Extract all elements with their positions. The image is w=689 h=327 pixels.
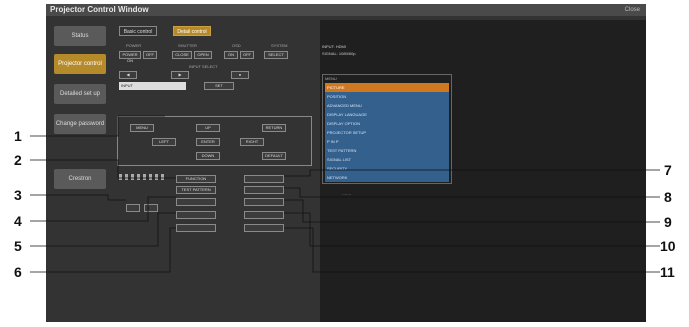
- panel-status-text: ·······: [342, 192, 352, 197]
- control-list-item[interactable]: SECURITY: [325, 164, 449, 173]
- bottom-left-indicators: [119, 174, 165, 180]
- control-list-item[interactable]: DISPLAY OPTION: [325, 119, 449, 128]
- control-list: MENU PICTURE POSITION ADVANCED MENU DISPLAY…: [322, 74, 452, 184]
- menu-detailed-setup[interactable]: Detailed set up: [54, 84, 106, 104]
- menu-change-password[interactable]: Change password: [54, 114, 106, 134]
- shutter-label: SHUTTER: [178, 43, 197, 48]
- input-set-button[interactable]: SET: [204, 82, 234, 90]
- window-titlebar: Projector Control Window Close: [46, 4, 646, 16]
- power-label: POWER: [126, 43, 142, 48]
- control-list-item[interactable]: P IN P: [325, 137, 449, 146]
- close-link[interactable]: Close: [625, 4, 640, 16]
- bottom-right-button-2[interactable]: [244, 186, 284, 194]
- control-list-item[interactable]: DISPLAY LANGUAGE: [325, 110, 449, 119]
- callout-5: 5: [14, 238, 22, 254]
- bottom-right-button-5[interactable]: [244, 224, 284, 232]
- tab-detail-control[interactable]: Detail control: [173, 26, 211, 36]
- bottom-left-button-4[interactable]: [176, 211, 216, 219]
- control-list-item[interactable]: POSITION: [325, 92, 449, 101]
- control-list-header: MENU: [325, 76, 337, 81]
- test-pattern-button[interactable]: TEST PATTERN: [176, 186, 216, 194]
- osd-off-button[interactable]: OFF: [240, 51, 254, 59]
- nav-right-button[interactable]: RIGHT: [240, 138, 264, 146]
- nav-left-button[interactable]: LEFT: [152, 138, 176, 146]
- input-prev-button[interactable]: ◀: [119, 71, 137, 79]
- control-list-item[interactable]: TEST PATTERN: [325, 146, 449, 155]
- callout-9: 9: [664, 214, 672, 230]
- callout-11: 11: [660, 264, 675, 280]
- power-off-button[interactable]: OFF: [143, 51, 157, 59]
- control-list-item[interactable]: PICTURE: [325, 83, 449, 92]
- input-next-button[interactable]: ▶: [171, 71, 189, 79]
- osd-label: OSD: [232, 43, 241, 48]
- nav-enter-button[interactable]: ENTER: [196, 138, 220, 146]
- input-select-label: INPUT SELECT: [189, 64, 218, 69]
- bottom-left-button-3[interactable]: [176, 198, 216, 206]
- control-list-item[interactable]: ADVANCED MENU: [325, 101, 449, 110]
- bottom-right-button-1[interactable]: [244, 175, 284, 183]
- callout-2: 2: [14, 152, 22, 168]
- system-label: SYSTEM: [271, 43, 288, 48]
- nav-up-button[interactable]: UP: [196, 124, 220, 132]
- callout-3: 3: [14, 187, 22, 203]
- control-list-item[interactable]: PROJECTOR SETUP: [325, 128, 449, 137]
- function-button[interactable]: FUNCTION: [176, 175, 216, 183]
- input-other-button[interactable]: ●: [231, 71, 249, 79]
- menu-crestron[interactable]: Crestron: [54, 169, 106, 189]
- window-title: Projector Control Window: [50, 5, 149, 14]
- bottom-right-button-3[interactable]: [244, 198, 284, 206]
- callout-1: 1: [14, 128, 22, 144]
- bottom-small-right-button[interactable]: [144, 204, 158, 212]
- projector-control-window: Projector Control Window Close Status Pr…: [46, 4, 646, 322]
- callout-4: 4: [14, 213, 22, 229]
- nav-menu-button[interactable]: MENU: [130, 124, 154, 132]
- nav-down-button[interactable]: DOWN: [196, 152, 220, 160]
- callout-8: 8: [664, 189, 672, 205]
- nav-default-button[interactable]: DEFAULT: [262, 152, 286, 160]
- menu-projector-control[interactable]: Projector control: [54, 54, 106, 74]
- tab-basic-control[interactable]: Basic control: [119, 26, 157, 36]
- bottom-small-left-button[interactable]: [126, 204, 140, 212]
- menu-status[interactable]: Status: [54, 26, 106, 46]
- panel-line-2: SIGNAL: 1080/60p: [322, 51, 356, 56]
- control-list-item[interactable]: NETWORK: [325, 173, 449, 182]
- shutter-close-button[interactable]: CLOSE: [172, 51, 192, 59]
- system-select-button[interactable]: SELECT: [264, 51, 288, 59]
- callout-7: 7: [664, 162, 672, 178]
- control-list-item[interactable]: SIGNAL LIST: [325, 155, 449, 164]
- bottom-left-button-5[interactable]: [176, 224, 216, 232]
- osd-on-button[interactable]: ON: [224, 51, 238, 59]
- nav-return-button[interactable]: RETURN: [262, 124, 286, 132]
- input-select-dropdown[interactable]: INPUT: [119, 82, 186, 90]
- panel-line-1: INPUT: HDMI: [322, 44, 346, 49]
- bottom-right-button-4[interactable]: [244, 211, 284, 219]
- power-on-button[interactable]: POWER ON: [119, 51, 141, 63]
- callout-10: 10: [660, 238, 676, 254]
- shutter-open-button[interactable]: OPEN: [194, 51, 212, 59]
- callout-6: 6: [14, 264, 22, 280]
